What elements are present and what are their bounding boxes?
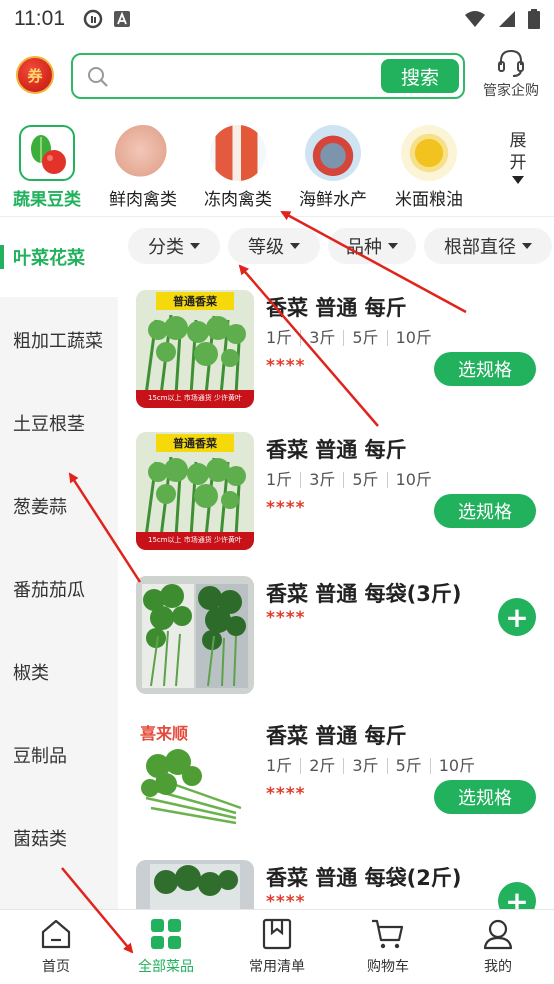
seafood-icon	[305, 125, 361, 181]
tab-common-list[interactable]: 常用清单	[222, 918, 332, 976]
meat-icon	[115, 125, 171, 181]
category-produce[interactable]: 蔬果豆类	[2, 122, 92, 210]
user-icon	[483, 919, 513, 950]
frozen-meat-icon	[210, 125, 266, 181]
filter-variety[interactable]: 品种	[328, 228, 416, 264]
search-box[interactable]: 搜索	[71, 53, 465, 99]
filter-root-diameter[interactable]: 根部直径	[424, 228, 552, 264]
expand-categories-button[interactable]: 展 开	[496, 130, 540, 184]
product-price: ****	[266, 356, 306, 376]
product-image	[136, 576, 254, 694]
status-bar: 11:01	[0, 0, 554, 38]
bottom-tab-bar: 首页 全部菜品 常用清单 购物车 我的	[0, 909, 554, 984]
tab-cart[interactable]: 购物车	[333, 918, 443, 976]
product-specs: 1斤 2斤 3斤 5斤 10斤	[266, 758, 483, 774]
category-frozen-meat[interactable]: 冻肉禽类	[193, 122, 283, 210]
product-image-banner: 普通香菜	[173, 437, 217, 450]
caret-down-icon	[290, 243, 300, 249]
subcategory-sidebar: 叶菜花菜 粗加工蔬菜 土豆根茎 葱姜蒜 番茄茄瓜 椒类 豆制品 菌菇类	[0, 217, 118, 909]
product-image: 普通香菜 15cm以上 市场通货 少许黄叶	[136, 290, 254, 408]
add-to-cart-button[interactable]: +	[498, 598, 536, 636]
product-title: 香菜 普通 每袋(3斤)	[266, 582, 462, 606]
font-icon	[114, 11, 130, 27]
sidebar-item-processed-veg[interactable]: 粗加工蔬菜	[0, 300, 118, 380]
category-row: 蔬果豆类 鲜肉禽类 冻肉禽类 海鲜水产 米面粮油 展 开	[0, 122, 554, 214]
category-grain-oil[interactable]: 米面粮油	[384, 122, 474, 210]
caret-down-icon	[522, 243, 532, 249]
product-title: 香菜 普通 每斤	[266, 724, 407, 748]
product-price: ****	[266, 892, 306, 909]
sidebar-item-soy-products[interactable]: 豆制品	[0, 715, 118, 795]
filter-grade[interactable]: 等级	[228, 228, 320, 264]
grain-oil-icon	[401, 125, 457, 181]
caret-down-icon	[388, 243, 398, 249]
produce-icon	[19, 125, 75, 181]
product-title: 香菜 普通 每袋(2斤)	[266, 866, 462, 890]
cart-icon	[372, 919, 404, 949]
grid-icon	[151, 919, 181, 949]
product-item[interactable]: 香菜 普通 每袋(3斤) **** +	[118, 568, 554, 710]
sidebar-item-potato-roots[interactable]: 土豆根茎	[0, 383, 118, 463]
product-item[interactable]: 喜来顺 香菜 普通 每斤 1斤 2斤 3斤 5斤 10斤 **** 选规格	[118, 710, 554, 852]
sidebar-item-mushrooms[interactable]: 菌菇类	[0, 798, 118, 878]
signal-icon	[499, 11, 515, 27]
product-image-caption: 15cm以上 市场通货 少许黄叶	[147, 394, 243, 402]
product-image-banner: 喜来顺	[140, 724, 189, 743]
product-image: 喜来顺	[136, 718, 254, 836]
caret-down-icon	[190, 243, 200, 249]
product-item[interactable]: 普通香菜 15cm以上 市场通货 少许黄叶 香菜 普通 每斤 1斤 3斤 5斤 10斤…	[118, 282, 554, 424]
product-image-caption: 15cm以上 市场通货 少许黄叶	[147, 536, 243, 544]
product-price: ****	[266, 608, 306, 628]
product-image	[136, 860, 254, 909]
search-icon	[88, 67, 108, 87]
product-specs: 1斤 3斤 5斤 10斤	[266, 472, 440, 488]
product-title: 香菜 普通 每斤	[266, 438, 407, 462]
select-spec-button[interactable]: 选规格	[434, 352, 536, 386]
select-spec-button[interactable]: 选规格	[434, 494, 536, 528]
product-image: 普通香菜 15cm以上 市场通货 少许黄叶	[136, 432, 254, 550]
battery-icon	[528, 9, 540, 29]
add-to-cart-button[interactable]: +	[498, 882, 536, 909]
product-image-banner: 普通香菜	[173, 295, 217, 308]
tab-home[interactable]: 首页	[1, 918, 111, 976]
product-specs: 1斤 3斤 5斤 10斤	[266, 330, 440, 346]
product-title: 香菜 普通 每斤	[266, 296, 407, 320]
search-input[interactable]	[117, 63, 367, 89]
media-icon	[83, 9, 103, 29]
filter-bar: 分类 等级 品种 根部直径	[128, 226, 554, 266]
select-spec-button[interactable]: 选规格	[434, 780, 536, 814]
product-price: ****	[266, 498, 306, 518]
product-price: ****	[266, 784, 306, 804]
category-label: 海鲜水产	[299, 190, 367, 210]
home-icon	[41, 919, 71, 949]
sidebar-item-leafy-greens[interactable]: 叶菜花菜	[0, 217, 118, 297]
filter-category[interactable]: 分类	[128, 228, 220, 264]
bookmark-icon	[262, 918, 292, 950]
headset-icon	[498, 49, 524, 77]
product-item[interactable]: 香菜 普通 每袋(2斤) **** +	[118, 852, 554, 909]
coupon-icon[interactable]: 券	[16, 56, 54, 94]
category-label: 冻肉禽类	[204, 190, 272, 210]
status-time: 11:01	[14, 7, 65, 30]
tab-mine[interactable]: 我的	[443, 918, 553, 976]
top-bar: 券 搜索 管家企购	[0, 48, 554, 110]
product-item[interactable]: 普通香菜 15cm以上 市场通货 少许黄叶 香菜 普通 每斤 1斤 3斤 5斤 10斤…	[118, 424, 554, 566]
sidebar-item-scallion-ginger-garlic[interactable]: 葱姜蒜	[0, 466, 118, 546]
category-label: 蔬果豆类	[13, 190, 81, 210]
category-label: 鲜肉禽类	[109, 190, 177, 210]
caret-down-icon	[512, 176, 524, 184]
category-seafood[interactable]: 海鲜水产	[288, 122, 378, 210]
tab-all-dishes[interactable]: 全部菜品	[111, 918, 221, 976]
wifi-icon	[465, 11, 485, 27]
sidebar-item-peppers[interactable]: 椒类	[0, 632, 118, 712]
category-fresh-meat[interactable]: 鲜肉禽类	[98, 122, 188, 210]
product-list: 普通香菜 15cm以上 市场通货 少许黄叶 香菜 普通 每斤 1斤 3斤 5斤 10斤…	[118, 282, 554, 909]
butler-label: 管家企购	[483, 83, 539, 99]
search-button[interactable]: 搜索	[381, 59, 459, 93]
sidebar-item-tomato-eggplant-melon[interactable]: 番茄茄瓜	[0, 549, 118, 629]
butler-purchase-button[interactable]: 管家企购	[478, 48, 544, 100]
category-label: 米面粮油	[395, 190, 463, 210]
